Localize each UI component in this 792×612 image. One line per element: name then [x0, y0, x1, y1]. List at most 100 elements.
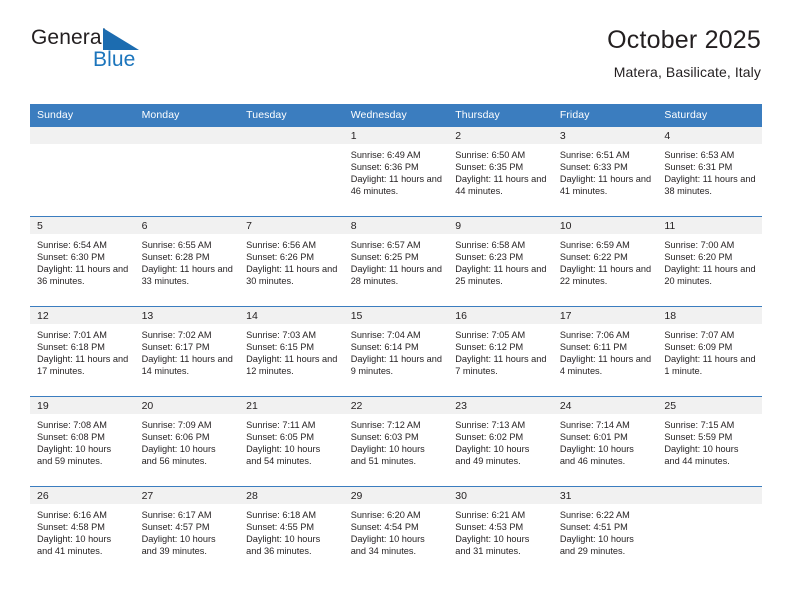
day-number: 16 — [448, 307, 553, 324]
day-cell-content: 11 Sunrise: 7:00 AM Sunset: 6:20 PM Dayligh… — [657, 217, 762, 306]
daylight-text: Daylight: 10 hours and 49 minutes. — [455, 444, 530, 467]
daylight-text: Daylight: 11 hours and 41 minutes. — [559, 174, 652, 197]
brand-name-general: General — [31, 26, 107, 49]
day-info: Sunrise: 7:12 AM Sunset: 6:03 PM Daylight:… — [344, 414, 449, 467]
calendar-day-cell[interactable]: 3 Sunrise: 6:51 AM Sunset: 6:33 PM Daylight… — [552, 126, 658, 217]
day-number: 28 — [239, 487, 344, 504]
daylight-text: Daylight: 11 hours and 4 minutes. — [559, 354, 652, 377]
sunset-text: Sunset: 4:58 PM — [37, 522, 105, 533]
sunset-text: Sunset: 6:12 PM — [455, 342, 524, 353]
calendar-header-row: Sunday Monday Tuesday Wednesday Thursday… — [30, 104, 762, 127]
brand-logo[interactable]: General Blue — [31, 27, 241, 75]
calendar-day-cell[interactable]: 18 Sunrise: 7:07 AM Sunset: 6:09 PM Dayligh… — [657, 306, 762, 397]
calendar-day-cell[interactable]: 14 Sunrise: 7:03 AM Sunset: 6:15 PM Dayligh… — [239, 306, 344, 397]
day-number: 31 — [552, 487, 658, 504]
day-number: 24 — [552, 397, 658, 414]
calendar-day-cell[interactable]: 13 Sunrise: 7:02 AM Sunset: 6:17 PM Dayligh… — [134, 306, 240, 397]
calendar-day-cell[interactable]: 9 Sunrise: 6:58 AM Sunset: 6:23 PM Daylight… — [448, 216, 553, 307]
sunrise-text: Sunrise: 6:57 AM — [350, 240, 421, 250]
calendar-day-cell[interactable]: 17 Sunrise: 7:06 AM Sunset: 6:11 PM Dayligh… — [552, 306, 658, 397]
calendar-day-cell[interactable]: 2 Sunrise: 6:50 AM Sunset: 6:35 PM Daylight… — [448, 126, 553, 217]
calendar-day-cell[interactable]: 25 Sunrise: 7:15 AM Sunset: 5:59 PM Dayligh… — [657, 396, 762, 487]
daylight-text: Daylight: 11 hours and 14 minutes. — [141, 354, 233, 377]
calendar-day-cell[interactable]: 30 Sunrise: 6:21 AM Sunset: 4:53 PM Dayligh… — [448, 486, 553, 576]
calendar-day-cell[interactable] — [657, 486, 762, 576]
day-cell-content: 23 Sunrise: 7:13 AM Sunset: 6:02 PM Dayligh… — [448, 397, 553, 486]
daylight-text: Daylight: 11 hours and 22 minutes. — [559, 264, 652, 287]
calendar-day-cell[interactable] — [134, 126, 240, 217]
day-number: 9 — [448, 217, 553, 234]
calendar-day-cell[interactable]: 11 Sunrise: 7:00 AM Sunset: 6:20 PM Dayligh… — [657, 216, 762, 307]
calendar-day-cell[interactable]: 7 Sunrise: 6:56 AM Sunset: 6:26 PM Daylight… — [239, 216, 344, 307]
sunrise-text: Sunrise: 6:59 AM — [559, 240, 630, 250]
calendar-day-cell[interactable]: 24 Sunrise: 7:14 AM Sunset: 6:01 PM Dayligh… — [552, 396, 658, 487]
calendar-day-cell[interactable]: 5 Sunrise: 6:54 AM Sunset: 6:30 PM Daylight… — [30, 216, 135, 307]
calendar-day-cell[interactable]: 19 Sunrise: 7:08 AM Sunset: 6:08 PM Dayligh… — [30, 396, 135, 487]
sunset-text: Sunset: 6:03 PM — [350, 432, 419, 443]
day-cell-content: 17 Sunrise: 7:06 AM Sunset: 6:11 PM Dayligh… — [552, 307, 658, 396]
day-number — [657, 487, 762, 504]
calendar-day-cell[interactable]: 6 Sunrise: 6:55 AM Sunset: 6:28 PM Daylight… — [134, 216, 240, 307]
calendar-day-cell[interactable]: 4 Sunrise: 6:53 AM Sunset: 6:31 PM Daylight… — [657, 126, 762, 217]
calendar-day-cell[interactable]: 27 Sunrise: 6:17 AM Sunset: 4:57 PM Dayligh… — [134, 486, 240, 576]
calendar-day-cell[interactable]: 22 Sunrise: 7:12 AM Sunset: 6:03 PM Dayligh… — [343, 396, 449, 487]
sunrise-text: Sunrise: 7:06 AM — [559, 330, 630, 340]
calendar-day-cell[interactable]: 1 Sunrise: 6:49 AM Sunset: 6:36 PM Daylight… — [343, 126, 449, 217]
calendar-day-cell[interactable]: 10 Sunrise: 6:59 AM Sunset: 6:22 PM Dayligh… — [552, 216, 658, 307]
sunset-text: Sunset: 6:33 PM — [559, 162, 628, 173]
day-cell-content: 1 Sunrise: 6:49 AM Sunset: 6:36 PM Daylight… — [343, 127, 449, 216]
day-cell-content: 14 Sunrise: 7:03 AM Sunset: 6:15 PM Dayligh… — [239, 307, 344, 396]
day-info: Sunrise: 7:04 AM Sunset: 6:14 PM Daylight:… — [344, 324, 449, 377]
day-info: Sunrise: 6:53 AM Sunset: 6:31 PM Daylight:… — [657, 144, 762, 197]
sunrise-text: Sunrise: 6:22 AM — [559, 510, 630, 520]
day-number: 5 — [30, 217, 135, 234]
daylight-text: Daylight: 11 hours and 28 minutes. — [350, 264, 442, 287]
calendar-day-cell[interactable] — [239, 126, 344, 217]
daylight-text: Daylight: 11 hours and 20 minutes. — [664, 264, 756, 287]
day-info: Sunrise: 7:05 AM Sunset: 6:12 PM Daylight:… — [448, 324, 553, 377]
day-cell-content: 28 Sunrise: 6:18 AM Sunset: 4:55 PM Dayligh… — [239, 487, 344, 576]
day-info: Sunrise: 6:50 AM Sunset: 6:35 PM Daylight:… — [448, 144, 553, 197]
day-cell-content: 26 Sunrise: 6:16 AM Sunset: 4:58 PM Dayligh… — [30, 487, 135, 576]
calendar-day-cell[interactable]: 20 Sunrise: 7:09 AM Sunset: 6:06 PM Dayligh… — [134, 396, 240, 487]
calendar-day-cell[interactable]: 23 Sunrise: 7:13 AM Sunset: 6:02 PM Dayligh… — [448, 396, 553, 487]
calendar-day-cell[interactable]: 26 Sunrise: 6:16 AM Sunset: 4:58 PM Dayligh… — [30, 486, 135, 576]
calendar-day-cell[interactable]: 16 Sunrise: 7:05 AM Sunset: 6:12 PM Dayligh… — [448, 306, 553, 397]
sunrise-text: Sunrise: 6:53 AM — [664, 150, 735, 160]
day-info: Sunrise: 6:56 AM Sunset: 6:26 PM Daylight:… — [239, 234, 344, 287]
day-number — [239, 127, 344, 144]
day-number: 7 — [239, 217, 344, 234]
weekday-header-monday: Monday — [134, 104, 240, 127]
weekday-header-saturday: Saturday — [657, 104, 762, 127]
day-info: Sunrise: 6:54 AM Sunset: 6:30 PM Daylight:… — [30, 234, 135, 287]
calendar-day-cell[interactable]: 8 Sunrise: 6:57 AM Sunset: 6:25 PM Daylight… — [343, 216, 449, 307]
day-number: 11 — [657, 217, 762, 234]
daylight-text: Daylight: 10 hours and 59 minutes. — [37, 444, 112, 467]
day-info: Sunrise: 6:57 AM Sunset: 6:25 PM Daylight:… — [344, 234, 449, 287]
calendar-day-cell[interactable]: 28 Sunrise: 6:18 AM Sunset: 4:55 PM Dayligh… — [239, 486, 344, 576]
day-cell-content: 15 Sunrise: 7:04 AM Sunset: 6:14 PM Dayligh… — [343, 307, 449, 396]
sunrise-text: Sunrise: 6:50 AM — [455, 150, 526, 160]
day-info: Sunrise: 6:58 AM Sunset: 6:23 PM Daylight:… — [448, 234, 553, 287]
daylight-text: Daylight: 11 hours and 9 minutes. — [350, 354, 442, 377]
calendar-day-cell[interactable]: 31 Sunrise: 6:22 AM Sunset: 4:51 PM Dayligh… — [552, 486, 658, 576]
sunrise-text: Sunrise: 6:17 AM — [141, 510, 212, 520]
day-cell-content: 24 Sunrise: 7:14 AM Sunset: 6:01 PM Dayligh… — [552, 397, 658, 486]
day-info: Sunrise: 6:18 AM Sunset: 4:55 PM Daylight:… — [239, 504, 344, 557]
calendar-day-cell[interactable]: 15 Sunrise: 7:04 AM Sunset: 6:14 PM Dayligh… — [343, 306, 449, 397]
calendar-week-row: 1 Sunrise: 6:49 AM Sunset: 6:36 PM Daylight… — [30, 126, 762, 217]
calendar-day-cell[interactable]: 21 Sunrise: 7:11 AM Sunset: 6:05 PM Dayligh… — [239, 396, 344, 487]
calendar-day-cell[interactable] — [30, 126, 135, 217]
sunset-text: Sunset: 6:14 PM — [350, 342, 419, 353]
day-number: 4 — [657, 127, 762, 144]
day-cell-content: 8 Sunrise: 6:57 AM Sunset: 6:25 PM Daylight… — [343, 217, 449, 306]
calendar-day-cell[interactable]: 12 Sunrise: 7:01 AM Sunset: 6:18 PM Dayligh… — [30, 306, 135, 397]
calendar-day-cell[interactable]: 29 Sunrise: 6:20 AM Sunset: 4:54 PM Dayligh… — [343, 486, 449, 576]
sunrise-text: Sunrise: 6:16 AM — [37, 510, 107, 520]
calendar-table: Sunday Monday Tuesday Wednesday Thursday… — [30, 104, 762, 576]
day-cell-content: 13 Sunrise: 7:02 AM Sunset: 6:17 PM Dayligh… — [134, 307, 240, 396]
day-cell-content: 10 Sunrise: 6:59 AM Sunset: 6:22 PM Dayligh… — [552, 217, 658, 306]
sunrise-text: Sunrise: 6:56 AM — [246, 240, 317, 250]
sunrise-text: Sunrise: 6:51 AM — [559, 150, 630, 160]
daylight-text: Daylight: 11 hours and 36 minutes. — [37, 264, 129, 287]
